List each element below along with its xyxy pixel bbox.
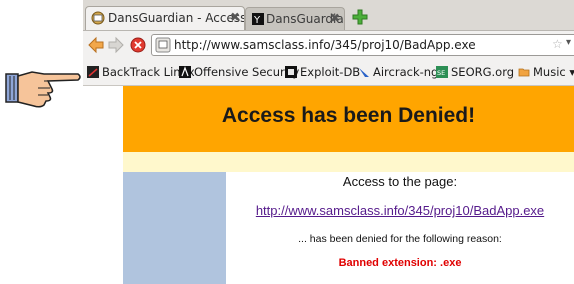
- intro-text: Access to the page:: [342, 174, 458, 189]
- page-content: Access has been Denied! Access to the pa…: [83, 86, 574, 284]
- tab-label: DansGuardian - Access Denied: [108, 11, 245, 25]
- bookmark-label: Exploit-DB: [300, 65, 361, 79]
- bookmark-seorg[interactable]: SE SEORG.org: [436, 65, 514, 79]
- browser-window: DansGuardian - Access Denied ✖ Y DansGua…: [83, 0, 574, 284]
- bookmark-exploit-db[interactable]: Exploit-DB: [285, 65, 360, 79]
- tab-strip: DansGuardian - Access Denied ✖ Y DansGua…: [83, 0, 574, 31]
- tab-close-icon[interactable]: ✖: [330, 11, 340, 25]
- bookmarks-toolbar: BackTrack Linux Offensive Security Explo…: [83, 61, 574, 86]
- page-title: Access has been Denied!: [221, 104, 476, 127]
- bookmark-offensive-security[interactable]: Offensive Security: [179, 65, 299, 79]
- tab-close-icon[interactable]: ✖: [230, 10, 240, 24]
- blocked-url-link[interactable]: http://www.samsclass.info/345/proj10/Bad…: [226, 203, 574, 218]
- bookmark-label: Aircrack-ng: [373, 65, 439, 79]
- history-dropdown-icon[interactable]: ▾: [566, 37, 571, 48]
- bookmark-label: Offensive Security: [194, 65, 300, 79]
- site-identity-icon[interactable]: [155, 37, 171, 53]
- header-banner: Access has been Denied!: [123, 86, 574, 152]
- exploit-db-icon: [285, 66, 297, 78]
- denial-reason: Banned extension: .exe: [338, 257, 462, 269]
- bookmark-star-icon[interactable]: ☆: [552, 37, 563, 51]
- bookmark-aircrack[interactable]: Aircrack-ng: [358, 65, 438, 79]
- bookmark-folder-music[interactable]: Music ▾: [518, 65, 574, 79]
- tab-dansguardian-active[interactable]: DansGuardian - Access Denied ✖: [85, 6, 245, 30]
- tab-dansguardian-inactive[interactable]: Y DansGuardian - Access Denied ✖: [245, 7, 345, 31]
- side-column: [123, 172, 226, 284]
- page-favicon-icon: [91, 11, 105, 25]
- back-arrow-icon[interactable]: [87, 36, 105, 54]
- navigation-toolbar: http://www.samsclass.info/345/proj10/Bad…: [83, 30, 574, 61]
- plus-icon[interactable]: [351, 8, 369, 26]
- aircrack-icon: [359, 68, 369, 77]
- url-text[interactable]: http://www.samsclass.info/345/proj10/Bad…: [174, 38, 476, 52]
- offensive-security-icon: [179, 66, 191, 78]
- bookmark-label: SEORG.org: [451, 65, 515, 79]
- cream-band: [123, 152, 574, 172]
- address-bar[interactable]: http://www.samsclass.info/345/proj10/Bad…: [151, 34, 574, 56]
- pointing-hand-icon: [5, 71, 81, 108]
- forward-arrow-icon[interactable]: [107, 36, 125, 54]
- svg-text:Y: Y: [253, 15, 261, 26]
- stop-icon[interactable]: [129, 36, 147, 54]
- reason-intro-text: ... has been denied for the following re…: [298, 233, 502, 245]
- seorg-icon: SE: [436, 66, 448, 78]
- folder-icon: [518, 68, 530, 77]
- svg-text:SE: SE: [437, 69, 445, 77]
- backtrack-icon: [87, 66, 99, 78]
- page-favicon-icon: Y: [252, 13, 264, 26]
- bookmark-label: Music ▾: [533, 65, 574, 79]
